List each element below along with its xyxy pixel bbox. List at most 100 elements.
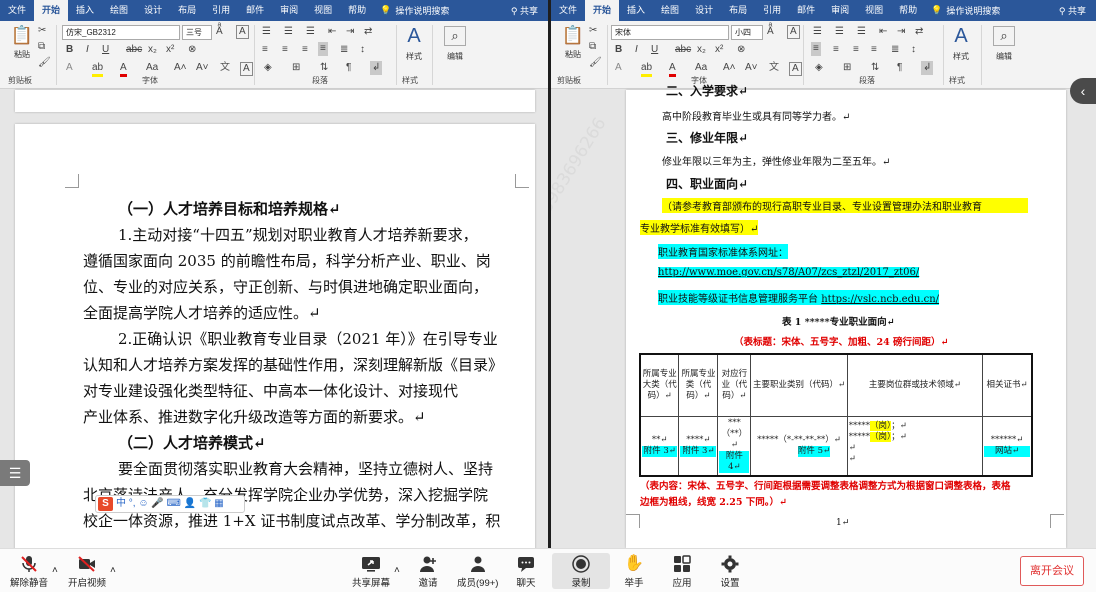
search-icon[interactable]: ⌕	[444, 26, 466, 46]
distributed-icon[interactable]: ≣	[340, 44, 348, 56]
raise-hand-button[interactable]: ✋ 举手	[624, 555, 644, 589]
tab-review[interactable]: 审阅	[823, 0, 857, 21]
chat-button[interactable]: 聊天	[516, 555, 536, 589]
paste-label[interactable]: 粘贴	[8, 49, 36, 60]
paste-icon[interactable]: 📋	[559, 25, 587, 46]
bullets-icon[interactable]: ☰	[262, 26, 271, 38]
start-video-button[interactable]: 开启视频	[68, 555, 106, 589]
tab-draw[interactable]: 绘图	[102, 0, 136, 21]
cut-icon[interactable]: ✂	[589, 25, 597, 37]
ime-toolbar[interactable]: S 中 °, ☺ 🎤 ⌨ 👤 👕 ▦	[95, 495, 245, 513]
increase-indent-icon[interactable]: ⇥	[897, 26, 905, 38]
font-name-box[interactable]: 仿宋_GB2312	[62, 25, 180, 40]
text-effect-icon[interactable]: ⊗	[737, 44, 745, 56]
align-center-icon[interactable]: ≡	[282, 44, 288, 56]
tab-references[interactable]: 引用	[755, 0, 789, 21]
styles-label[interactable]: 样式	[949, 51, 973, 62]
sort-icon[interactable]: ⇅	[871, 62, 879, 74]
share-button[interactable]: ⚲ 共享	[511, 4, 548, 17]
clear-format-icon[interactable]: Aͣ	[767, 26, 774, 38]
underline-icon[interactable]: U	[651, 44, 658, 56]
line-spacing-icon[interactable]: ↕	[911, 44, 916, 56]
chinese-layout-icon[interactable]: ⇄	[915, 26, 923, 38]
share-screen-button[interactable]: 共享屏幕	[352, 555, 390, 589]
shading-icon[interactable]: ◈	[815, 62, 823, 74]
subscript-icon[interactable]: x₂	[697, 44, 706, 56]
tab-references[interactable]: 引用	[204, 0, 238, 21]
tab-mailings[interactable]: 邮件	[789, 0, 823, 21]
underline-icon[interactable]: U	[102, 44, 109, 56]
search-icon[interactable]: ⌕	[993, 26, 1015, 46]
copy-icon[interactable]: ⧉	[589, 41, 596, 53]
tab-help[interactable]: 帮助	[891, 0, 925, 21]
tell-me-search[interactable]: 💡 操作说明搜索	[374, 4, 455, 17]
record-button[interactable]: 录制	[552, 553, 610, 589]
italic-icon[interactable]: I	[86, 44, 89, 56]
bold-icon[interactable]: B	[66, 44, 73, 56]
grow-font-icon[interactable]: A˄	[174, 62, 187, 74]
tab-layout[interactable]: 布局	[721, 0, 755, 21]
format-painter-icon[interactable]: 🖌	[38, 57, 51, 69]
text-effects-icon[interactable]: A	[615, 62, 622, 74]
decrease-indent-icon[interactable]: ⇤	[328, 26, 336, 38]
chevron-up-icon[interactable]: ˄	[52, 565, 58, 576]
text-effect-icon[interactable]: ⊗	[188, 44, 196, 56]
tell-me-search[interactable]: 💡 操作说明搜索	[925, 4, 1006, 17]
styles-label[interactable]: 样式	[402, 51, 426, 62]
show-marks-icon[interactable]: ¶	[346, 62, 351, 74]
tab-view[interactable]: 视图	[857, 0, 891, 21]
tab-file[interactable]: 文件	[551, 0, 585, 21]
chevron-up-icon[interactable]: ˄	[110, 565, 116, 576]
phonetic-icon[interactable]: 文	[769, 62, 779, 74]
tab-review[interactable]: 审阅	[272, 0, 306, 21]
char-border-icon[interactable]: A	[787, 25, 800, 39]
std-site-url[interactable]: http://www.moe.gov.cn/s78/A07/zcs_ztzl/2…	[658, 267, 920, 278]
shading-icon[interactable]: ◈	[264, 62, 272, 74]
tab-help[interactable]: 帮助	[340, 0, 374, 21]
tab-design[interactable]: 设计	[136, 0, 170, 21]
styles-icon[interactable]: A	[402, 25, 426, 48]
italic-icon[interactable]: I	[635, 44, 638, 56]
char-border-icon[interactable]: A	[236, 25, 249, 39]
styles-icon[interactable]: A	[949, 25, 973, 48]
editing-label[interactable]: 编辑	[442, 51, 468, 62]
left-document-area[interactable]: （一）人才培养目标和培养规格↵ 1.主动对接“十四五”规划对职业教育人才培养新要…	[0, 90, 548, 548]
phonetic-icon[interactable]: 文	[220, 62, 230, 74]
tab-design[interactable]: 设计	[687, 0, 721, 21]
tab-insert[interactable]: 插入	[619, 0, 653, 21]
superscript-icon[interactable]: x²	[166, 44, 174, 56]
superscript-icon[interactable]: x²	[715, 44, 723, 56]
change-case-icon[interactable]: Aa	[695, 62, 707, 74]
align-right-icon[interactable]: ≡	[853, 44, 859, 56]
justify-icon[interactable]: ≡	[318, 42, 328, 56]
asian-layout-icon[interactable]: ↲	[921, 61, 934, 75]
strikethrough-icon[interactable]: abc	[126, 44, 142, 56]
chevron-up-icon[interactable]: ˄	[394, 565, 400, 576]
tab-layout[interactable]: 布局	[170, 0, 204, 21]
copy-icon[interactable]: ⧉	[38, 41, 45, 53]
text-effects-icon[interactable]: A	[66, 62, 73, 74]
font-size-box[interactable]: 小四	[731, 25, 763, 40]
strikethrough-icon[interactable]: abc	[675, 44, 691, 56]
align-left-icon[interactable]: ≡	[811, 42, 821, 56]
align-right-icon[interactable]: ≡	[302, 44, 308, 56]
tab-draw[interactable]: 绘图	[653, 0, 687, 21]
numbering-icon[interactable]: ☰	[835, 26, 844, 38]
tab-home[interactable]: 开始	[34, 0, 69, 21]
tab-insert[interactable]: 插入	[68, 0, 102, 21]
font-name-box[interactable]: 宋体	[611, 25, 729, 40]
clear-format-icon[interactable]: Aͣ	[216, 26, 223, 38]
right-document-area[interactable]: 二、入学要求↵ 高中阶段教育毕业生或具有同等学力者。↵ 三、修业年限↵ 修业年限…	[551, 78, 1096, 548]
decrease-indent-icon[interactable]: ⇤	[879, 26, 887, 38]
borders-icon[interactable]: ⊞	[292, 62, 300, 74]
line-spacing-icon[interactable]: ↕	[360, 44, 365, 56]
align-left-icon[interactable]: ≡	[262, 44, 268, 56]
settings-button[interactable]: 设置	[720, 555, 740, 589]
tab-view[interactable]: 视图	[306, 0, 340, 21]
show-marks-icon[interactable]: ¶	[897, 62, 902, 74]
borders-icon[interactable]: ⊞	[843, 62, 851, 74]
tab-mailings[interactable]: 邮件	[238, 0, 272, 21]
shrink-font-icon[interactable]: A˅	[196, 62, 209, 74]
invite-button[interactable]: 邀请	[418, 555, 438, 589]
members-button[interactable]: 成员(99+)	[457, 555, 498, 589]
